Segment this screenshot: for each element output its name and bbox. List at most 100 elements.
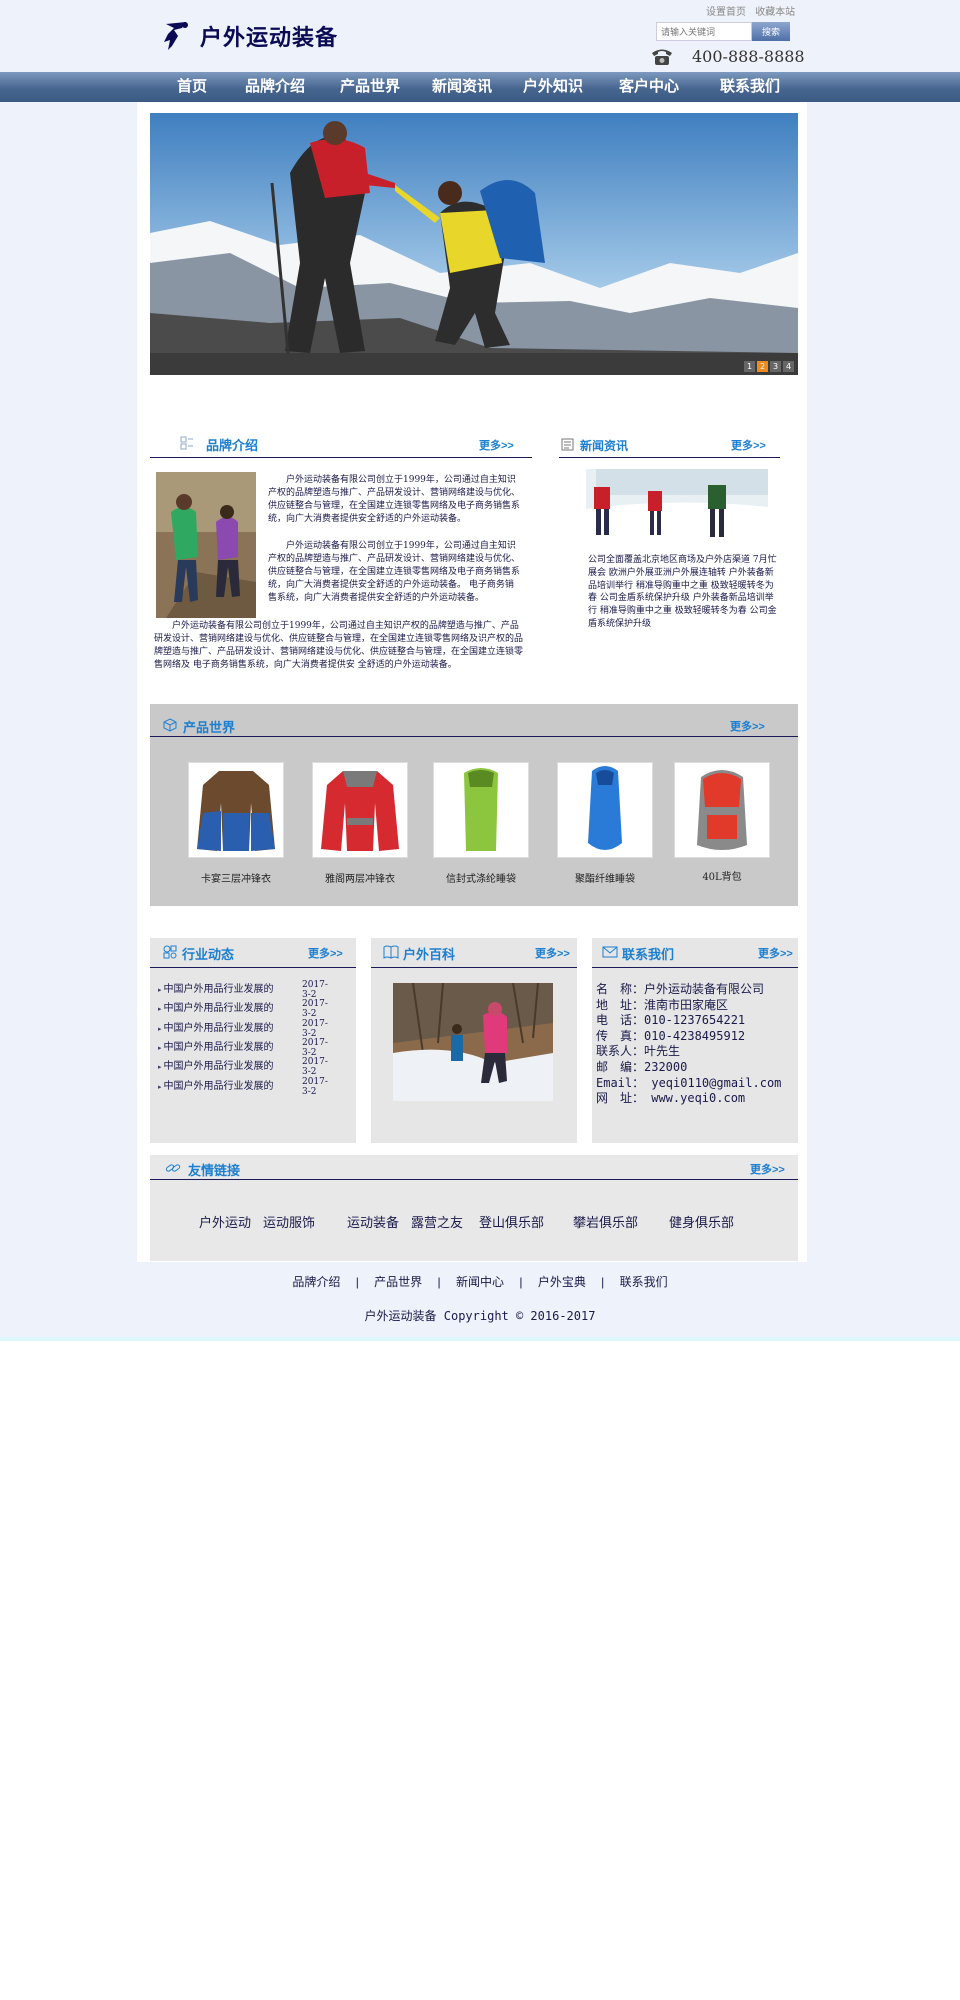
product-card[interactable] [557, 762, 653, 858]
list-item[interactable]: ▸ 中国户外用品行业发展的 2017-3-2 [158, 980, 328, 1000]
nav-contact[interactable]: 联系我们 [720, 72, 780, 102]
list-item[interactable]: ▸ 中国户外用品行业发展的 2017-3-2 [158, 1019, 328, 1039]
product-name[interactable]: 信封式涤纶睡袋 [421, 870, 541, 885]
footer-link-guide[interactable]: 户外宝典 [538, 1275, 586, 1289]
banner-page-1[interactable]: 1 [744, 361, 755, 372]
contact-more-link[interactable]: 更多>> [758, 945, 793, 961]
brand-paragraph-3: 户外运动装备有限公司创立于1999年，公司通过自主知识产权的品牌塑造与推广、产品… [154, 621, 524, 670]
brand-photo [156, 472, 256, 618]
friend-link[interactable]: 户外运动 [199, 1212, 251, 1231]
product-name[interactable]: 40L背包 [662, 868, 782, 883]
nav-news[interactable]: 新闻资讯 [432, 72, 492, 102]
brand-rule [150, 457, 532, 458]
nav-knowledge[interactable]: 户外知识 [523, 72, 583, 102]
contact-person: 联系人：叶先生 [596, 1044, 681, 1059]
product-name[interactable]: 聚酯纤维睡袋 [545, 870, 665, 885]
sleeping-bag-image [588, 766, 622, 850]
products-section: 产品世界 更多>> 卡宴三层冲锋衣 雅阁两层冲锋衣 信封式涤纶睡袋 聚酯纤维睡袋 [150, 704, 798, 906]
link-icon [165, 1164, 181, 1172]
product-card[interactable] [674, 762, 770, 858]
banner-page-4[interactable]: 4 [783, 361, 794, 372]
friend-link[interactable]: 运动服饰 [263, 1212, 315, 1231]
product-name[interactable]: 雅阁两层冲锋衣 [300, 870, 420, 885]
list-item-text: 中国户外用品行业发展的 [163, 1003, 274, 1014]
list-item-text: 中国户外用品行业发展的 [163, 984, 274, 995]
product-name[interactable]: 卡宴三层冲锋衣 [176, 870, 296, 885]
encyclopedia-more-link[interactable]: 更多>> [535, 945, 570, 961]
top-links: 设置首页 收藏本站 [700, 3, 795, 18]
footer-link-news[interactable]: 新闻中心 [456, 1275, 504, 1289]
list-item-date: 2017-3-2 [302, 1019, 328, 1039]
logo[interactable]: 户外运动装备 [160, 20, 338, 52]
set-home-link[interactable]: 设置首页 [706, 7, 746, 18]
news-photo [586, 469, 768, 545]
contact-name: 名 称：户外运动装备有限公司 [596, 982, 765, 996]
main-nav: 首页 品牌介绍 产品世界 新闻资讯 户外知识 客户中心 联系我们 [0, 72, 960, 102]
friend-link[interactable]: 运动装备 [347, 1212, 399, 1231]
encyclopedia-section: 户外百科 更多>> [371, 938, 577, 1143]
cube-icon [163, 718, 177, 732]
footer-divider: | [355, 1275, 359, 1289]
nav-brand[interactable]: 品牌介绍 [245, 72, 305, 102]
product-card[interactable] [312, 762, 408, 858]
brand-paragraph-2: 户外运动装备有限公司创立于1999年，公司通过自主知识产权的品牌塑造与推广、产品… [268, 541, 521, 603]
search-button[interactable]: 搜索 [752, 22, 790, 41]
brand-title: 品牌介绍 [206, 438, 259, 453]
phone-contact: 400-888-8888 [650, 47, 805, 66]
news-more-link[interactable]: 更多>> [731, 437, 766, 453]
friend-link[interactable]: 攀岩俱乐部 [573, 1212, 638, 1231]
envelope-icon [602, 946, 618, 958]
friend-link[interactable]: 健身俱乐部 [669, 1212, 734, 1231]
friend-links-rule [150, 1179, 798, 1180]
backpack-image [697, 770, 747, 850]
search-input[interactable] [656, 22, 752, 41]
nav-customer[interactable]: 客户中心 [619, 72, 679, 102]
encyclopedia-title: 户外百科 [403, 947, 456, 962]
nav-products[interactable]: 产品世界 [340, 72, 400, 102]
contact-info: 名 称：户外运动装备有限公司 地 址：淮南市田家庵区 电 话：010-12376… [596, 982, 781, 1107]
footer-divider: | [437, 1275, 441, 1289]
phone-number: 400-888-8888 [692, 47, 805, 66]
copyright: 户外运动装备 Copyright © 2016-2017 [364, 1309, 596, 1323]
document-icon [180, 436, 193, 450]
products-more-link[interactable]: 更多>> [730, 718, 765, 734]
friend-link[interactable]: 露营之友 [411, 1212, 463, 1231]
list-item[interactable]: ▸ 中国户外用品行业发展的 2017-3-2 [158, 1057, 328, 1077]
hero-banner[interactable]: 1 2 3 4 [150, 113, 798, 375]
industry-more-link[interactable]: 更多>> [308, 945, 343, 961]
banner-page-2[interactable]: 2 [757, 361, 768, 372]
news-list[interactable]: 公司全面覆盖北京地区商场及户外店渠道 7月忙展会 欧洲户外展亚洲户外展连轴转 户… [588, 554, 778, 631]
list-item[interactable]: ▸ 中国户外用品行业发展的 2017-3-2 [158, 1038, 328, 1058]
jacket-image [197, 771, 275, 851]
list-item-date: 2017-3-2 [302, 1038, 328, 1058]
contact-email[interactable]: Email： yeqi0110@gmail.com [596, 1076, 781, 1092]
footer-link-brand[interactable]: 品牌介绍 [292, 1275, 340, 1289]
bookmark-link[interactable]: 收藏本站 [755, 7, 795, 18]
list-item-text: 中国户外用品行业发展的 [163, 1061, 274, 1072]
footer-edge [0, 1337, 960, 1341]
product-card[interactable] [188, 762, 284, 858]
banner-page-3[interactable]: 3 [770, 361, 781, 372]
contact-fax: 传 真：010-4238495912 [596, 1028, 746, 1043]
header: 户外运动装备 设置首页 收藏本站 搜索 400-888-8888 [0, 0, 960, 72]
footer-link-contact[interactable]: 联系我们 [620, 1275, 668, 1289]
footer-nav: 品牌介绍 | 产品世界 | 新闻中心 | 户外宝典 | 联系我们 [0, 1273, 960, 1290]
list-item-date: 2017-3-2 [302, 980, 328, 1000]
contact-phone: 电 话：010-1237654221 [596, 1013, 746, 1028]
list-item[interactable]: ▸ 中国户外用品行业发展的 2017-3-2 [158, 999, 328, 1019]
contact-website[interactable]: 网 址： www.yeqi0.com [596, 1091, 781, 1107]
friend-link[interactable]: 登山俱乐部 [479, 1212, 544, 1231]
product-card[interactable] [433, 762, 529, 858]
footer-link-products[interactable]: 产品世界 [374, 1275, 422, 1289]
nav-home[interactable]: 首页 [177, 72, 207, 102]
brand-more-link[interactable]: 更多>> [479, 437, 514, 453]
list-item[interactable]: ▸ 中国户外用品行业发展的 2017-3-2 [158, 1077, 328, 1097]
jacket-image [321, 771, 399, 851]
news-title: 新闻资讯 [580, 439, 629, 453]
products-title: 产品世界 [183, 720, 236, 735]
grid-icon [163, 945, 177, 959]
friend-links-section: 友情链接 更多>> [150, 1155, 798, 1261]
friend-links-more-link[interactable]: 更多>> [750, 1161, 785, 1177]
banner-image [150, 113, 798, 375]
hiking-photo[interactable] [393, 983, 553, 1101]
